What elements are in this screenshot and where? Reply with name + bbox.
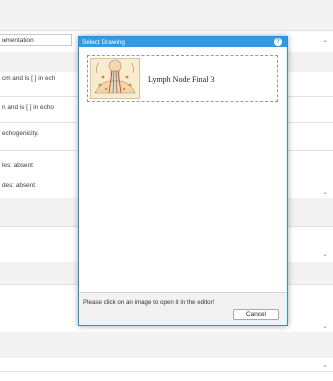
dialog-title: Select Drawing bbox=[82, 38, 125, 46]
drawing-item-lymph-node[interactable]: Lymph Node Final 3 bbox=[87, 55, 278, 102]
chevron-down-icon[interactable]: ⌄ bbox=[322, 36, 328, 44]
select-drawing-dialog: Select Drawing ? Lymph Node Final 3 Plea… bbox=[78, 36, 288, 326]
divider bbox=[0, 371, 333, 372]
dialog-title-bar: Select Drawing ? bbox=[79, 37, 287, 47]
documentation-select[interactable]: umentation ⌄ bbox=[0, 34, 72, 46]
chevron-down-icon[interactable]: ⌄ bbox=[322, 361, 328, 369]
drawing-name: Lymph Node Final 3 bbox=[148, 75, 215, 84]
chevron-down-icon[interactable]: ⌄ bbox=[322, 188, 328, 196]
finding-text-nodes: des: absent bbox=[2, 182, 36, 189]
chevron-down-icon: ⌄ bbox=[2, 36, 8, 43]
form-section-band bbox=[0, 332, 333, 358]
finding-text-nodules: les: absent bbox=[2, 162, 33, 169]
chevron-down-icon[interactable]: ⌄ bbox=[322, 250, 328, 258]
chevron-down-icon[interactable]: ⌄ bbox=[322, 322, 328, 330]
finding-text-shape: n and is [ ] in echo bbox=[2, 104, 54, 111]
divider bbox=[0, 30, 333, 31]
cancel-button[interactable]: Cancel bbox=[233, 309, 279, 320]
dialog-hint-text: Please click on an image to open it in t… bbox=[83, 299, 215, 306]
drawing-thumbnail[interactable] bbox=[90, 58, 140, 99]
finding-text-echogenicity: echogenicity. bbox=[2, 130, 39, 137]
lymph-node-illustration-icon bbox=[91, 59, 139, 98]
finding-text-size: cm and is [ ] in ech bbox=[2, 75, 56, 82]
dialog-footer: Please click on an image to open it in t… bbox=[79, 292, 287, 325]
help-icon[interactable]: ? bbox=[274, 38, 282, 46]
form-header-band bbox=[0, 0, 333, 30]
